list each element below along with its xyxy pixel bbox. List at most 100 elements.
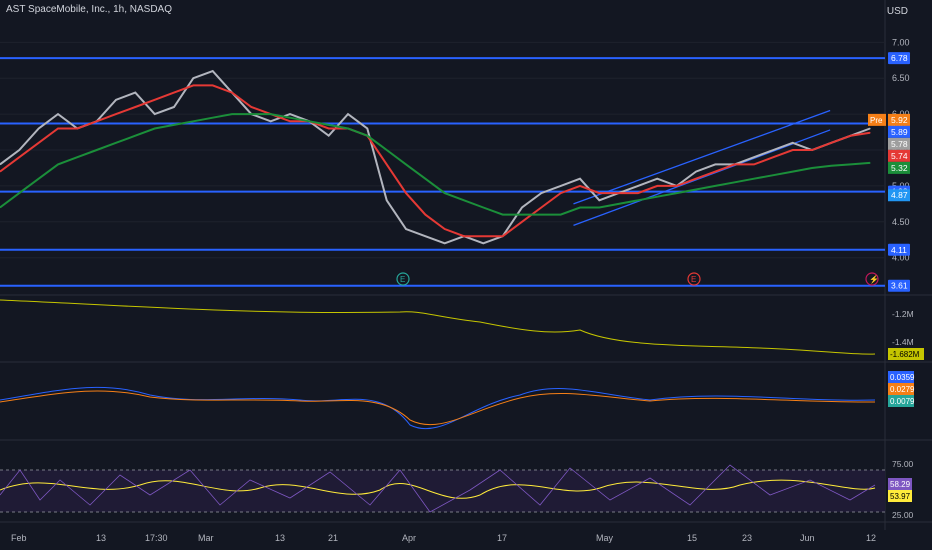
series-point (598, 199, 600, 201)
series-point (618, 203, 620, 205)
series-point (502, 235, 504, 237)
series-point (192, 120, 194, 122)
series-point (115, 142, 117, 144)
rsi-label: 53.97 (890, 492, 911, 501)
series-point (270, 120, 272, 122)
level-label: 6.78 (891, 53, 908, 63)
level-label: 4.11 (891, 245, 907, 255)
series-point (521, 214, 523, 216)
x-tick-label: Mar (198, 533, 214, 543)
series-point (637, 185, 639, 187)
series-point (753, 156, 755, 158)
indicator-label: -1.682M (890, 350, 920, 359)
series-point (656, 178, 658, 180)
series-point (753, 178, 755, 180)
series-point (347, 127, 349, 130)
series-point (386, 163, 388, 165)
x-tick-label: 17:30 (145, 533, 168, 543)
series-point (57, 127, 59, 130)
indicator-tick: -1.4M (892, 337, 914, 347)
series-point (540, 214, 542, 216)
y-tick-label: 6.50 (892, 73, 910, 83)
series-point (869, 127, 871, 130)
series-point (328, 124, 330, 126)
series-point (250, 106, 252, 108)
series-point (444, 192, 446, 194)
indicator-line (0, 299, 876, 355)
channel-line (573, 109, 831, 205)
series-point (38, 127, 40, 130)
series-point (405, 228, 407, 230)
series-point (521, 206, 523, 209)
series-point (154, 127, 156, 130)
x-tick-label: 21 (328, 533, 338, 543)
event-marker-label: E (400, 275, 405, 284)
series-line (0, 84, 871, 238)
rsi-tick: 25.00 (892, 510, 914, 520)
series-point (540, 192, 542, 194)
series-point (560, 214, 562, 216)
series-point (656, 185, 658, 187)
pre-label: Pre (870, 116, 883, 125)
indicator-tick: -1.2M (892, 309, 914, 319)
series-point (366, 127, 368, 130)
series-point (328, 127, 330, 130)
series-point (250, 113, 252, 115)
series-point (811, 167, 813, 169)
series-point (540, 206, 542, 209)
series-point (869, 132, 871, 134)
series-point (463, 235, 465, 237)
series-point (482, 206, 484, 209)
series-point (424, 178, 426, 180)
series-point (289, 117, 291, 119)
macd-label: 0.0079 (890, 397, 915, 406)
series-point (212, 84, 214, 87)
series-point (772, 156, 774, 158)
series-point (637, 192, 639, 194)
series-point (772, 174, 774, 176)
series-point (405, 163, 407, 165)
series-point (772, 149, 774, 151)
series-point (192, 77, 194, 79)
series-point (560, 192, 562, 194)
series-point (714, 163, 716, 165)
series-point (792, 142, 794, 144)
series-point (598, 192, 600, 194)
series-point (695, 178, 697, 180)
series-point (57, 163, 59, 165)
series-point (695, 170, 697, 173)
series-point (656, 196, 658, 198)
series-point (115, 113, 117, 115)
series-point (714, 170, 716, 173)
x-tick-label: 12 (866, 533, 876, 543)
series-point (424, 235, 426, 237)
series-point (463, 199, 465, 201)
series-point (115, 99, 117, 101)
series-point (792, 170, 794, 173)
series-point (308, 120, 310, 122)
series-point (502, 214, 504, 216)
series-point (830, 142, 832, 144)
series-point (830, 165, 832, 167)
series-point (579, 178, 581, 180)
price-label: 5.74 (891, 151, 908, 161)
series-point (57, 113, 59, 115)
price-label: 5.92 (891, 115, 908, 125)
rsi-label: 58.29 (890, 480, 911, 489)
series-point (173, 106, 175, 108)
series-point (76, 127, 78, 130)
series-point (598, 206, 600, 209)
macd-label: 0.0359 (890, 373, 915, 382)
series-point (18, 149, 20, 151)
event-marker-label: E (691, 275, 696, 284)
x-tick-label: Jun (800, 533, 815, 543)
series-point (154, 99, 156, 101)
series-point (424, 214, 426, 216)
series-point (328, 135, 330, 137)
series-point (386, 149, 388, 151)
chart-area[interactable]: 7.006.506.005.505.004.504.006.785.874.92… (0, 0, 932, 550)
price-label: 5.78 (891, 139, 908, 149)
series-point (347, 113, 349, 115)
series-line (0, 69, 871, 245)
event-marker-label: ⚡ (869, 274, 879, 284)
